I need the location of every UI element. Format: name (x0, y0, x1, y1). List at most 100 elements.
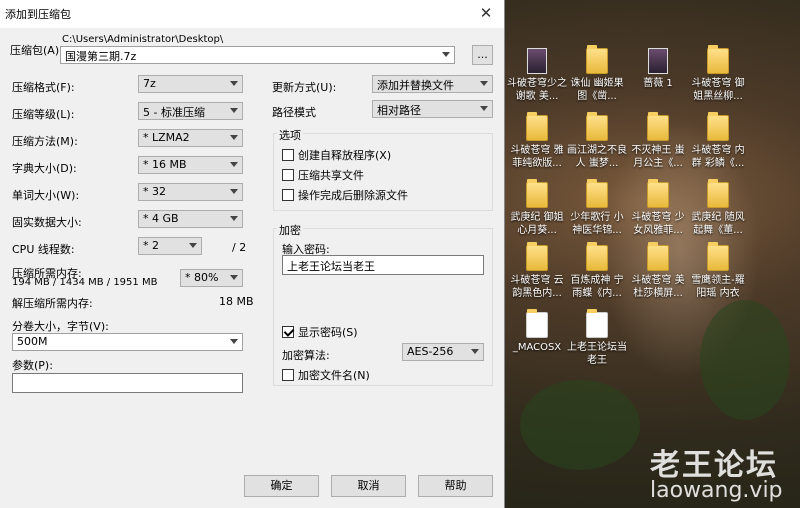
desktop-item[interactable]: 斗破苍穹 美杜莎横屏... (628, 242, 688, 300)
checkbox-box (282, 189, 294, 201)
archive-label: 压缩包(A) (10, 44, 60, 57)
delete-source-checkbox[interactable]: 操作完成后删除源文件 (282, 187, 408, 203)
split-select[interactable]: 500M (12, 333, 243, 351)
desktop-item[interactable]: 百炼成神 宁雨蝶《内... (567, 242, 627, 300)
desktop-item[interactable]: 雪鹰领主-羅阳瑶 内衣 (688, 242, 748, 300)
wallpaper-leaf (520, 380, 640, 470)
desktop-item[interactable]: 蔷薇 1 (628, 48, 688, 90)
desktop-item[interactable]: 画江湖之不良人 蚩梦... (567, 112, 627, 170)
update-select[interactable]: 添加并替换文件 (372, 75, 493, 93)
checkbox-box (282, 149, 294, 161)
folder-icon (586, 242, 608, 271)
chevron-down-icon (230, 108, 238, 113)
dialog-title: 添加到压缩包 (5, 8, 71, 21)
params-input[interactable] (12, 373, 243, 393)
method-label: 压缩方法(M): (12, 135, 78, 148)
pathmode-select[interactable]: 相对路径 (372, 100, 493, 118)
folder-icon (586, 45, 608, 74)
desktop-item[interactable]: 不灭神王 蚩月公主《... (628, 112, 688, 170)
pathmode-label: 路径模式 (272, 106, 316, 119)
password-input[interactable]: 上老王论坛当老王 (282, 255, 484, 275)
file-icon (526, 309, 548, 338)
format-label: 压缩格式(F): (12, 81, 75, 94)
shared-checkbox[interactable]: 压缩共享文件 (282, 167, 364, 183)
desktop-item[interactable]: 斗破苍穹 云韵黑色内... (507, 242, 567, 300)
mem-value: 194 MB / 1434 MB / 1951 MB (12, 277, 158, 288)
threads-select[interactable]: * 2 (138, 237, 202, 255)
chevron-down-icon (230, 275, 238, 280)
options-title: 选项 (277, 127, 303, 143)
checkbox-box (282, 326, 294, 338)
archive-name-combo[interactable]: 国漫第三期.7z (60, 46, 455, 64)
file-icon (586, 309, 608, 338)
folder-icon (647, 179, 669, 208)
chevron-down-icon (230, 216, 238, 221)
help-button[interactable]: 帮助 (418, 475, 493, 497)
params-label: 参数(P): (12, 359, 53, 372)
cancel-button[interactable]: 取消 (331, 475, 406, 497)
ok-button[interactable]: 确定 (244, 475, 319, 497)
chevron-down-icon (480, 106, 488, 111)
checkbox-box (282, 369, 294, 381)
dict-select[interactable]: * 16 MB (138, 156, 243, 174)
desktop-item[interactable]: 斗破苍穹 御姐黑丝柳... (688, 45, 748, 103)
decomp-label: 解压缩所需内存: (12, 297, 93, 310)
wallpaper-leaf (700, 300, 790, 420)
mem-percent-select[interactable]: * 80% (180, 269, 243, 287)
split-label: 分卷大小，字节(V): (12, 320, 109, 333)
close-icon[interactable]: ✕ (476, 3, 496, 23)
desktop-item[interactable]: 斗破苍穹 少女风雅菲... (628, 179, 688, 237)
level-select[interactable]: 5 - 标准压缩 (138, 102, 243, 120)
image-thumb-icon (527, 48, 547, 74)
folder-icon (526, 242, 548, 271)
enc-method-label: 加密算法: (282, 349, 330, 362)
archive-path: C:\Users\Administrator\Desktop\ (62, 34, 224, 45)
dict-label: 字典大小(D): (12, 162, 77, 175)
desktop-item[interactable]: 少年歌行 小神医华锦... (567, 179, 627, 237)
folder-icon (647, 242, 669, 271)
enc-method-select[interactable]: AES-256 (402, 343, 484, 361)
chevron-down-icon (471, 349, 479, 354)
show-password-checkbox[interactable]: 显示密码(S) (282, 324, 358, 340)
chevron-down-icon (480, 81, 488, 86)
threads-label: CPU 线程数: (12, 243, 75, 256)
chevron-down-icon (230, 339, 238, 344)
desktop-item[interactable]: 武庚纪 御姐 心月葵... (507, 179, 567, 237)
sfx-checkbox[interactable]: 创建自释放程序(X) (282, 147, 391, 163)
folder-icon (707, 242, 729, 271)
chevron-down-icon (230, 162, 238, 167)
desktop-item[interactable]: 武庚纪 随风起舞《董... (688, 179, 748, 237)
method-select[interactable]: * LZMA2 (138, 129, 243, 147)
encrypt-names-checkbox[interactable]: 加密文件名(N) (282, 367, 370, 383)
decomp-value: 18 MB (219, 295, 254, 308)
word-select[interactable]: * 32 (138, 183, 243, 201)
checkbox-box (282, 169, 294, 181)
chevron-down-icon (230, 189, 238, 194)
chevron-down-icon (230, 81, 238, 86)
folder-icon (707, 112, 729, 141)
desktop-item[interactable]: 斗破苍穹 雅菲纯欲版... (507, 112, 567, 170)
folder-icon (707, 45, 729, 74)
chevron-down-icon (189, 243, 197, 248)
title-bar: 添加到压缩包 ✕ (0, 0, 504, 28)
browse-button[interactable]: ... (472, 45, 493, 65)
word-label: 单词大小(W): (12, 189, 80, 202)
chevron-down-icon (230, 135, 238, 140)
desktop-item[interactable]: _MACOSX (507, 309, 567, 354)
desktop-item[interactable]: 上老王论坛当老王 (567, 309, 627, 367)
encryption-title: 加密 (277, 222, 303, 238)
watermark-en: laowang.vip (650, 478, 783, 503)
desktop-item[interactable]: 斗破苍穹少之谢歌 美... (507, 48, 567, 103)
solid-select[interactable]: * 4 GB (138, 210, 243, 228)
level-label: 压缩等级(L): (12, 108, 75, 121)
folder-icon (707, 179, 729, 208)
desktop-item[interactable]: 斗破苍穹 内群 彩鳞《... (688, 112, 748, 170)
folder-icon (526, 112, 548, 141)
desktop-item[interactable]: 诛仙 幽姬果图《凿... (567, 45, 627, 103)
update-label: 更新方式(U): (272, 81, 337, 94)
folder-icon (647, 112, 669, 141)
folder-icon (586, 179, 608, 208)
folder-icon (526, 179, 548, 208)
solid-label: 固实数据大小: (12, 216, 82, 229)
format-select[interactable]: 7z (138, 75, 243, 93)
